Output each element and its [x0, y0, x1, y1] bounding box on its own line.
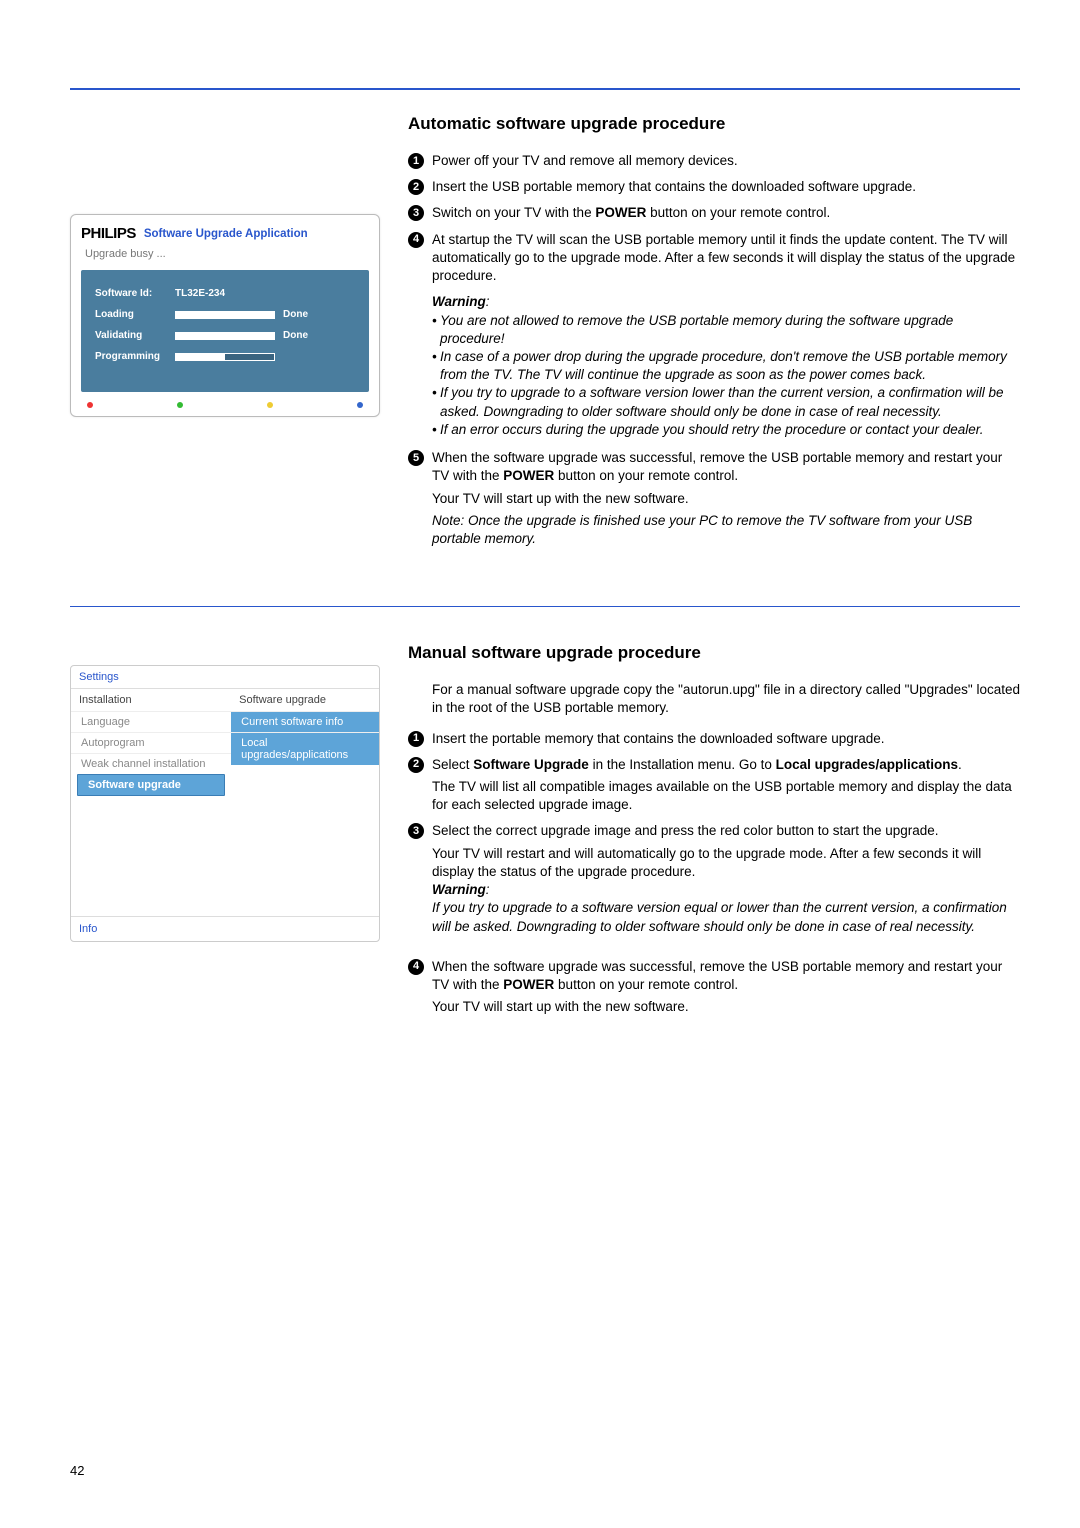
- menu-right-column: Software upgrade Current software info L…: [231, 688, 379, 916]
- manual-step-2: 2 Select Software Upgrade in the Install…: [408, 756, 1020, 815]
- settings-menu: Settings Installation Language Autoprogr…: [70, 665, 380, 942]
- manual-warning-label: Warning: [432, 882, 486, 897]
- manual-step-2-e: .: [958, 757, 962, 772]
- step-5-text-d: Your TV will start up with the new softw…: [432, 490, 1020, 508]
- manual-step-2-c: in the Installation menu. Go to: [589, 757, 776, 772]
- step-5-text-c: button on your remote control.: [554, 468, 738, 483]
- warning-item-2: In case of a power drop during the upgra…: [432, 348, 1020, 384]
- manual-step-2-b: Software Upgrade: [473, 757, 589, 772]
- step-3-text-b: POWER: [595, 205, 646, 220]
- yellow-dot-icon: [267, 402, 273, 408]
- manual-step-2-f: The TV will list all compatible images a…: [432, 778, 1020, 814]
- software-id-value: TL32E-234: [175, 288, 225, 299]
- step-4-text: At startup the TV will scan the USB port…: [432, 232, 1015, 283]
- loading-label: Loading: [95, 309, 167, 320]
- manual-step-4-d: Your TV will start up with the new softw…: [432, 998, 1020, 1016]
- step-1: 1 Power off your TV and remove all memor…: [408, 152, 1020, 170]
- manual-step-2-a: Select: [432, 757, 473, 772]
- warning-item-4: If an error occurs during the upgrade yo…: [432, 421, 1020, 439]
- manual-step-4-b: POWER: [503, 977, 554, 992]
- step-number-icon: 5: [408, 450, 424, 466]
- right-header: Software upgrade: [231, 688, 379, 711]
- manual-warning-text: If you try to upgrade to a software vers…: [432, 899, 1020, 935]
- warning-block: Warning: You are not allowed to remove t…: [408, 293, 1020, 439]
- settings-title: Settings: [71, 666, 379, 688]
- menu-footer: Info: [71, 916, 379, 941]
- loading-progress: [175, 311, 275, 319]
- warning-label: Warning: [432, 294, 486, 309]
- red-dot-icon: [87, 402, 93, 408]
- dialog-title: Software Upgrade Application: [144, 228, 308, 240]
- page-number: 42: [70, 1463, 84, 1478]
- validating-progress: [175, 332, 275, 340]
- step-4: 4 At startup the TV will scan the USB po…: [408, 231, 1020, 286]
- section2-intro: For a manual software upgrade copy the "…: [432, 681, 1020, 717]
- green-dot-icon: [177, 402, 183, 408]
- step-3-text-a: Switch on your TV with the: [432, 205, 595, 220]
- menu-item-local-upgrades[interactable]: Local upgrades/applications: [231, 732, 379, 765]
- menu-item-current-info[interactable]: Current software info: [231, 711, 379, 732]
- step-5: 5 When the software upgrade was successf…: [408, 449, 1020, 548]
- manual-step-1: 1 Insert the portable memory that contai…: [408, 730, 1020, 748]
- status-text: Upgrade busy ...: [85, 248, 369, 260]
- menu-left-column: Installation Language Autoprogram Weak c…: [71, 688, 231, 916]
- left-header: Installation: [71, 688, 231, 711]
- loading-done: Done: [283, 309, 308, 320]
- warning-item-1: You are not allowed to remove the USB po…: [432, 312, 1020, 348]
- manual-step-4-c: button on your remote control.: [554, 977, 738, 992]
- step-2-text: Insert the USB portable memory that cont…: [432, 179, 916, 194]
- step-number-icon: 2: [408, 757, 424, 773]
- manual-step-3-a: Select the correct upgrade image and pre…: [432, 823, 939, 838]
- menu-item-autoprogram[interactable]: Autoprogram: [71, 732, 231, 753]
- step-number-icon: 3: [408, 205, 424, 221]
- menu-item-weak-channel[interactable]: Weak channel installation: [71, 753, 231, 774]
- step-number-icon: 1: [408, 731, 424, 747]
- warning-item-3: If you try to upgrade to a software vers…: [432, 384, 1020, 420]
- step-number-icon: 1: [408, 153, 424, 169]
- step-3: 3 Switch on your TV with the POWER butto…: [408, 204, 1020, 222]
- tv-upgrade-dialog: PHILIPS Software Upgrade Application Upg…: [70, 214, 380, 417]
- step-number-icon: 2: [408, 179, 424, 195]
- validating-done: Done: [283, 330, 308, 341]
- step-number-icon: 4: [408, 959, 424, 975]
- manual-step-4: 4 When the software upgrade was successf…: [408, 958, 1020, 1017]
- menu-item-software-upgrade[interactable]: Software upgrade: [77, 774, 225, 796]
- step-number-icon: 4: [408, 232, 424, 248]
- dialog-body: Software Id: TL32E-234 Loading Done Vali…: [81, 270, 369, 392]
- step-5-text-b: POWER: [503, 468, 554, 483]
- manual-step-2-d: Local upgrades/applications: [776, 757, 958, 772]
- manual-step-3: 3 Select the correct upgrade image and p…: [408, 822, 1020, 935]
- validating-label: Validating: [95, 330, 167, 341]
- manual-step-3-b: Your TV will restart and will automatica…: [432, 845, 1020, 881]
- step-1-text: Power off your TV and remove all memory …: [432, 153, 738, 168]
- software-id-label: Software Id:: [95, 288, 167, 299]
- manual-step-1-text: Insert the portable memory that contains…: [432, 731, 885, 746]
- step-2: 2 Insert the USB portable memory that co…: [408, 178, 1020, 196]
- programming-label: Programming: [95, 351, 167, 362]
- section2-heading: Manual software upgrade procedure: [408, 643, 1020, 663]
- brand-logo: PHILIPS: [81, 225, 136, 242]
- menu-item-language[interactable]: Language: [71, 711, 231, 732]
- section1-heading: Automatic software upgrade procedure: [408, 114, 1020, 134]
- step-number-icon: 3: [408, 823, 424, 839]
- step-3-text-c: button on your remote control.: [646, 205, 830, 220]
- color-button-row: [81, 392, 369, 410]
- programming-progress: [175, 353, 275, 361]
- step-5-note: Note: Once the upgrade is finished use y…: [432, 512, 1020, 548]
- blue-dot-icon: [357, 402, 363, 408]
